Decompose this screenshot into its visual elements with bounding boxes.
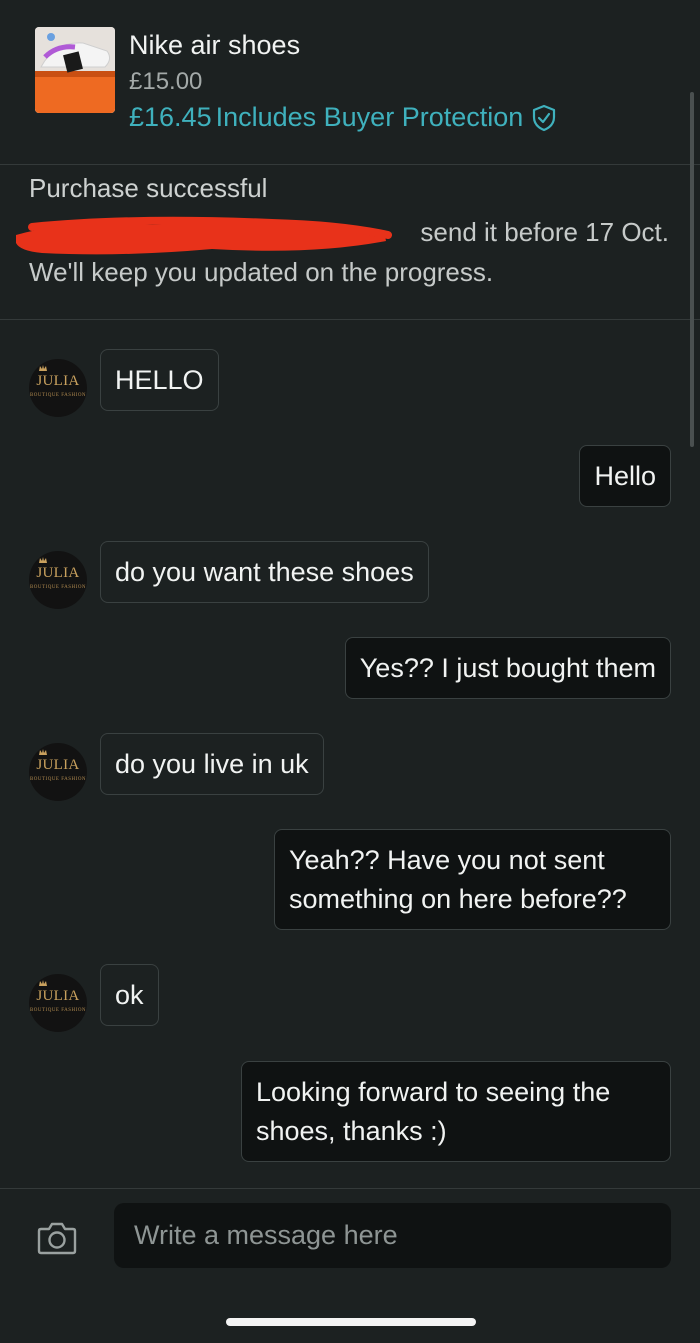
message-bubble-received[interactable]: HELLO [100,349,219,411]
message-bubble-received[interactable]: do you live in uk [100,733,324,795]
seller-avatar[interactable]: JULIA BOUTIQUE FASHION [29,359,87,417]
seller-avatar[interactable]: JULIA BOUTIQUE FASHION [29,551,87,609]
redaction-scribble [16,216,392,255]
avatar-logo-subtitle: BOUTIQUE FASHION [29,777,87,782]
seller-avatar[interactable]: JULIA BOUTIQUE FASHION [29,974,87,1032]
avatar-logo-subtitle: BOUTIQUE FASHION [29,393,87,398]
item-thumbnail[interactable] [35,27,115,113]
purchase-title: Purchase successful [29,173,268,203]
crown-icon [39,557,47,563]
camera-icon[interactable] [37,1220,77,1256]
seller-avatar[interactable]: JULIA BOUTIQUE FASHION [29,743,87,801]
home-indicator [226,1318,476,1326]
scrollbar[interactable] [690,92,694,447]
message-bubble-sent[interactable]: Hello [579,445,671,507]
message-bubble-received[interactable]: do you want these shoes [100,541,429,603]
message-input[interactable] [114,1203,671,1268]
purchase-message-line2: We'll keep you updated on the progress. [29,257,494,287]
avatar-logo-text: JULIA [36,565,80,581]
message-bubble-received[interactable]: ok [100,964,159,1026]
item-price: £15.00 [129,68,203,95]
buyer-protection-label: Includes Buyer Protection [215,102,524,132]
shield-check-icon [531,104,557,132]
crown-icon [39,980,47,986]
message-bubble-sent[interactable]: Yeah?? Have you not sent something on he… [274,829,671,930]
crown-icon [39,749,47,755]
crown-icon [39,365,47,371]
avatar-logo-subtitle: BOUTIQUE FASHION [29,585,87,590]
message-bubble-sent[interactable]: Looking forward to seeing the shoes, tha… [241,1061,671,1162]
item-header: Nike air shoes £15.00 £16.45 Includes Bu… [0,0,700,165]
avatar-logo-text: JULIA [36,988,80,1004]
avatar-logo-text: JULIA [36,373,80,389]
purchase-status-panel: Purchase successful send it before 17 Oc… [0,165,700,320]
total-price-row[interactable]: £16.45 Includes Buyer Protection [129,102,557,133]
total-price: £16.45 [129,102,212,132]
avatar-logo-subtitle: BOUTIQUE FASHION [29,1008,87,1013]
avatar-logo-text: JULIA [36,757,80,773]
message-bubble-sent[interactable]: Yes?? I just bought them [344,637,671,699]
item-title: Nike air shoes [129,30,301,60]
